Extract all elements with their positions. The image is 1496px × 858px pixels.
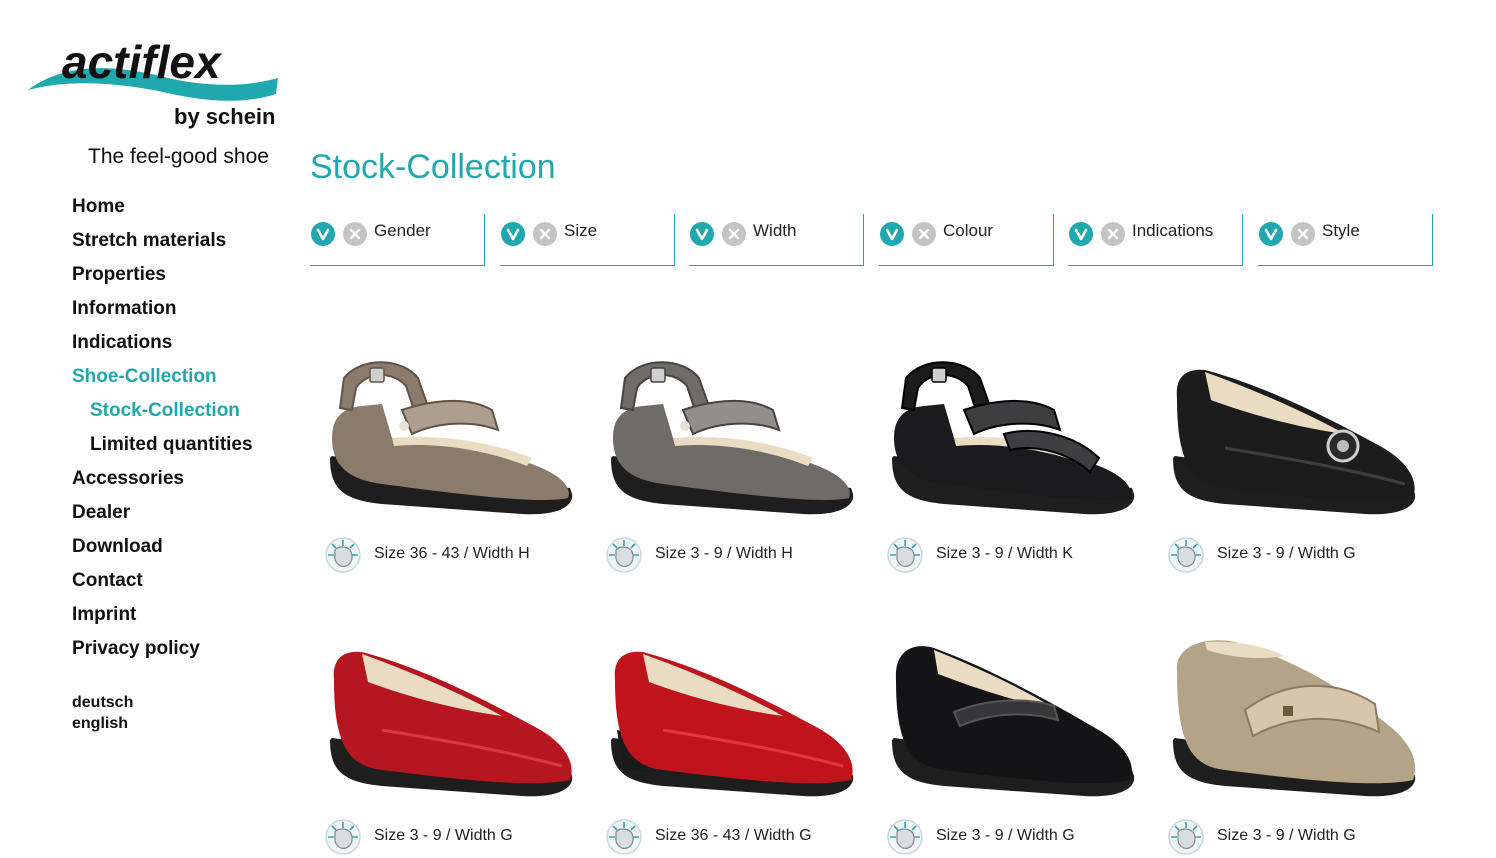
product-card[interactable]: Size 3 - 9 / Width K <box>884 338 1144 578</box>
filter-width: Width <box>689 214 864 266</box>
filter-width-select-button[interactable] <box>690 222 714 246</box>
foot-width-icon <box>324 536 362 574</box>
logo-secondary-text: by schein <box>174 104 275 129</box>
size-width-label: Size 3 - 9 / Width K <box>936 545 1073 562</box>
filter-colour-select-button[interactable] <box>880 222 904 246</box>
filter-indications-clear-button[interactable] <box>1101 222 1125 246</box>
filter-label[interactable]: Width <box>753 221 796 241</box>
nav-item-privacy-policy[interactable]: Privacy policy <box>72 636 253 670</box>
shoe-image[interactable] <box>1165 620 1425 810</box>
foot-width-icon <box>886 818 924 856</box>
filter-size: Size <box>500 214 675 266</box>
filter-colour-clear-button[interactable] <box>912 222 936 246</box>
product-card[interactable]: Size 3 - 9 / Width H <box>603 338 863 578</box>
nav-item-accessories[interactable]: Accessories <box>72 466 253 500</box>
language-deutsch-link[interactable]: deutsch <box>72 692 133 713</box>
nav-item-properties[interactable]: Properties <box>72 262 253 296</box>
logo-graphic: actiflex by schein <box>28 36 278 129</box>
size-width-label: Size 3 - 9 / Width G <box>1217 545 1356 562</box>
actiflex-logo[interactable]: actiflex by schein <box>28 26 284 134</box>
shoe-image[interactable] <box>603 620 863 810</box>
foot-width-icon <box>605 818 643 856</box>
nav-item-download[interactable]: Download <box>72 534 253 568</box>
filter-style-clear-button[interactable] <box>1291 222 1315 246</box>
nav-item-dealer[interactable]: Dealer <box>72 500 253 534</box>
foot-width-icon <box>605 536 643 574</box>
shoe-image[interactable] <box>603 338 863 528</box>
filter-style: Style <box>1258 214 1433 266</box>
filter-colour: Colour <box>879 214 1054 266</box>
product-card[interactable]: Size 36 - 43 / Width H <box>322 338 582 578</box>
filter-indications: Indications <box>1068 214 1243 266</box>
size-width-label: Size 36 - 43 / Width G <box>655 827 812 844</box>
nav-subitem-limited-quantities[interactable]: Limited quantities <box>72 432 253 466</box>
filter-gender: Gender <box>310 214 485 266</box>
filter-label[interactable]: Gender <box>374 221 431 241</box>
nav-item-imprint[interactable]: Imprint <box>72 602 253 636</box>
tagline: The feel-good shoe <box>88 145 269 168</box>
product-card[interactable]: Size 36 - 43 / Width G <box>603 620 863 858</box>
filter-indications-select-button[interactable] <box>1069 222 1093 246</box>
size-width-label: Size 3 - 9 / Width G <box>1217 827 1356 844</box>
product-card[interactable]: Size 3 - 9 / Width G <box>884 620 1144 858</box>
nav-item-contact[interactable]: Contact <box>72 568 253 602</box>
language-switcher: deutsch english <box>72 692 133 734</box>
shoe-image[interactable] <box>884 620 1144 810</box>
product-card[interactable]: Size 3 - 9 / Width G <box>1165 620 1425 858</box>
main-nav: Home Stretch materials Properties Inform… <box>72 194 253 670</box>
filter-width-clear-button[interactable] <box>722 222 746 246</box>
filter-label[interactable]: Indications <box>1132 221 1213 241</box>
product-card[interactable]: Size 3 - 9 / Width G <box>1165 338 1425 578</box>
foot-width-icon <box>324 818 362 856</box>
shoe-image[interactable] <box>322 620 582 810</box>
size-width-label: Size 36 - 43 / Width H <box>374 545 530 562</box>
logo-primary-text: actiflex <box>62 36 223 88</box>
foot-width-icon <box>1167 536 1205 574</box>
nav-item-indications[interactable]: Indications <box>72 330 253 364</box>
filter-gender-clear-button[interactable] <box>343 222 367 246</box>
foot-width-icon <box>886 536 924 574</box>
filter-style-select-button[interactable] <box>1259 222 1283 246</box>
filter-label[interactable]: Size <box>564 221 597 241</box>
language-english-link[interactable]: english <box>72 713 133 734</box>
size-width-label: Size 3 - 9 / Width G <box>374 827 513 844</box>
filter-label[interactable]: Colour <box>943 221 993 241</box>
size-width-label: Size 3 - 9 / Width H <box>655 545 793 562</box>
shoe-image[interactable] <box>884 338 1144 528</box>
foot-width-icon <box>1167 818 1205 856</box>
product-card[interactable]: Size 3 - 9 / Width G <box>322 620 582 858</box>
size-width-label: Size 3 - 9 / Width G <box>936 827 1075 844</box>
shoe-image[interactable] <box>1165 338 1425 528</box>
nav-item-shoe-collection[interactable]: Shoe-Collection <box>72 364 253 398</box>
shoe-image[interactable] <box>322 338 582 528</box>
filter-gender-select-button[interactable] <box>311 222 335 246</box>
filter-size-select-button[interactable] <box>501 222 525 246</box>
filter-size-clear-button[interactable] <box>533 222 557 246</box>
page-title: Stock-Collection <box>310 148 556 186</box>
filter-label[interactable]: Style <box>1322 221 1360 241</box>
nav-subitem-stock-collection[interactable]: Stock-Collection <box>72 398 253 432</box>
nav-item-stretch-materials[interactable]: Stretch materials <box>72 228 253 262</box>
nav-item-home[interactable]: Home <box>72 194 253 228</box>
nav-item-information[interactable]: Information <box>72 296 253 330</box>
